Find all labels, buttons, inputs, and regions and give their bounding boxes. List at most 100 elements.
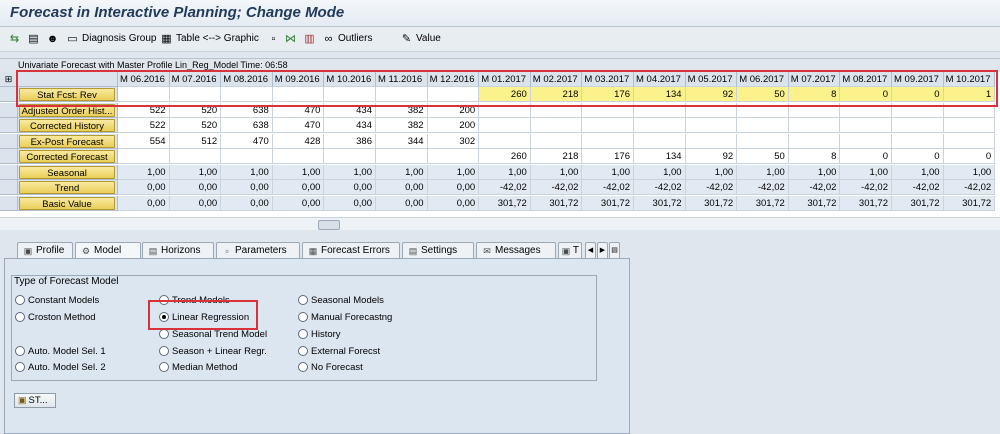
table-cell[interactable] (427, 87, 480, 102)
table-cell[interactable]: 470 (272, 102, 325, 118)
tab-parameters[interactable]: ▫ Parameters (216, 242, 300, 258)
table-cell[interactable]: 638 (221, 102, 273, 118)
table-cell[interactable] (272, 149, 325, 164)
table-graphic-button[interactable]: ▦ Table <--> Graphic (160, 31, 259, 47)
graph-button[interactable]: ▤ (27, 31, 43, 47)
column-header[interactable]: M 12.2016 (427, 72, 480, 87)
table-cell[interactable]: 1,00 (685, 164, 738, 180)
table-cell[interactable]: -42,02 (530, 180, 583, 195)
tab-more[interactable]: ▣ T (558, 242, 582, 258)
table-cell[interactable]: 0,00 (427, 180, 480, 195)
table-cell[interactable]: -42,02 (685, 180, 738, 195)
table-cell[interactable] (892, 133, 944, 149)
table-cell[interactable]: 301,72 (582, 195, 634, 211)
table-cell[interactable]: -42,02 (788, 180, 841, 195)
column-header[interactable]: M 03.2017 (582, 72, 634, 87)
table-cell[interactable]: 301,72 (788, 195, 841, 211)
table-cell[interactable]: 520 (169, 118, 222, 133)
column-header[interactable]: M 10.2016 (324, 72, 376, 87)
tab-list[interactable]: ▤ (609, 242, 620, 258)
table-cell[interactable]: 0,00 (376, 195, 428, 211)
tab-scroll-right[interactable]: ▶ (597, 242, 608, 258)
table-cell[interactable] (118, 149, 170, 164)
table-cell[interactable]: 382 (376, 102, 428, 118)
table-cell[interactable]: 301,72 (530, 195, 583, 211)
table-cell[interactable]: 176 (582, 87, 634, 102)
tab-profile[interactable]: ▣ Profile (17, 242, 73, 258)
table-cell[interactable] (169, 149, 222, 164)
table-cell[interactable]: 301,72 (634, 195, 686, 211)
radio-median-method[interactable]: Median Method (159, 361, 237, 373)
radio-manual-forecasting[interactable]: Manual Forecastng (298, 311, 392, 323)
table-cell[interactable]: 638 (221, 118, 273, 133)
table-cell[interactable]: 301,72 (892, 195, 944, 211)
row-selector[interactable] (0, 102, 18, 118)
radio-season-linear-regr[interactable]: Season + Linear Regr. (159, 345, 267, 357)
table-cell[interactable] (737, 133, 789, 149)
table-cell[interactable]: 512 (169, 133, 222, 149)
table-cell[interactable] (221, 149, 273, 164)
table-cell[interactable]: 50 (737, 149, 789, 164)
scrollbar-thumb[interactable] (318, 220, 340, 230)
table-cell[interactable]: 301,72 (737, 195, 789, 211)
table-cell[interactable]: 301,72 (943, 195, 996, 211)
table-cell[interactable]: 434 (324, 118, 376, 133)
table-cell[interactable] (530, 133, 583, 149)
table-cell[interactable]: 200 (427, 102, 480, 118)
row-label-button[interactable]: Corrected History (19, 119, 115, 132)
table-cell[interactable] (530, 118, 583, 133)
table-cell[interactable] (634, 118, 686, 133)
table-cell[interactable]: -42,02 (737, 180, 789, 195)
row-selector[interactable] (0, 133, 18, 149)
table-cell[interactable]: 200 (427, 118, 480, 133)
table-cell[interactable] (530, 102, 583, 118)
table-cell[interactable]: 8 (788, 149, 841, 164)
row-selector[interactable] (0, 164, 18, 180)
radio-trend-models[interactable]: Trend Models (159, 294, 230, 306)
table-cell[interactable]: 522 (118, 118, 170, 133)
column-header[interactable]: M 09.2017 (892, 72, 944, 87)
table-cell[interactable]: 0,00 (118, 180, 170, 195)
table-cell[interactable]: 1,00 (221, 164, 273, 180)
table-cell[interactable] (788, 133, 841, 149)
table-cell[interactable] (582, 102, 634, 118)
table-cell[interactable] (685, 133, 738, 149)
table-cell[interactable]: 520 (169, 102, 222, 118)
table-cell[interactable]: 1,00 (427, 164, 480, 180)
column-header[interactable]: M 08.2016 (221, 72, 273, 87)
calculator-button[interactable]: ▥ (303, 31, 319, 47)
table-cell[interactable] (840, 133, 892, 149)
radio-constant-models[interactable]: Constant Models (15, 294, 99, 306)
table-cell[interactable] (685, 102, 738, 118)
table-cell[interactable]: 260 (479, 87, 531, 102)
table-settings-cell[interactable]: ⊞ (0, 72, 18, 87)
horizontal-scrollbar[interactable] (0, 217, 1000, 230)
table-cell[interactable] (840, 102, 892, 118)
tab-forecast-errors[interactable]: ▦ Forecast Errors (302, 242, 400, 258)
table-cell[interactable]: 554 (118, 133, 170, 149)
tab-settings[interactable]: ▤ Settings (402, 242, 474, 258)
table-cell[interactable]: 1,00 (634, 164, 686, 180)
table-cell[interactable] (324, 149, 376, 164)
row-label-button[interactable]: Basic Value (19, 196, 115, 210)
table-cell[interactable]: 1,00 (376, 164, 428, 180)
table-cell[interactable]: 0 (892, 149, 944, 164)
radio-seasonal-models[interactable]: Seasonal Models (298, 294, 384, 306)
table-cell[interactable]: 301,72 (685, 195, 738, 211)
table-cell[interactable]: 1,00 (272, 164, 325, 180)
table-cell[interactable] (479, 118, 531, 133)
table-cell[interactable] (943, 133, 996, 149)
table-cell[interactable] (892, 102, 944, 118)
table-cell[interactable]: 386 (324, 133, 376, 149)
table-cell[interactable]: 1,00 (530, 164, 583, 180)
table-cell[interactable]: 0 (840, 149, 892, 164)
table-cell[interactable]: 1,00 (118, 164, 170, 180)
table-cell[interactable]: 301,72 (479, 195, 531, 211)
table-cell[interactable] (376, 149, 428, 164)
back-arrows-button[interactable]: ⇆ (8, 31, 24, 47)
table-cell[interactable]: 1,00 (324, 164, 376, 180)
table-cell[interactable] (892, 118, 944, 133)
column-header[interactable]: M 01.2017 (479, 72, 531, 87)
table-cell[interactable]: 382 (376, 118, 428, 133)
table-cell[interactable]: 302 (427, 133, 480, 149)
